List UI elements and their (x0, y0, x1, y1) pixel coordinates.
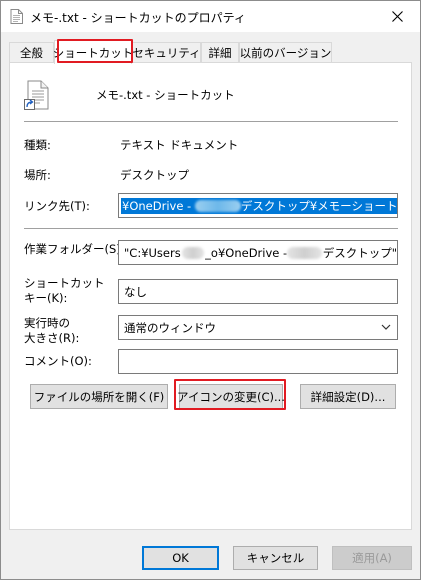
chevron-down-icon (381, 324, 391, 330)
start-in-input[interactable]: "C:¥Users _o¥OneDrive - デスクトップ" (118, 240, 398, 265)
tab-security[interactable]: セキュリティ (132, 42, 201, 62)
tab-details[interactable]: 詳細 (201, 42, 239, 62)
target-input[interactable]: ¥OneDrive - デスクトップ¥メモーショートカット.txt" (118, 193, 398, 218)
highlight-box-shortcut-tab (57, 39, 133, 63)
close-icon (392, 11, 403, 22)
tab-label: セキュリティ (132, 45, 201, 60)
tab-label: 以前のバージョン (239, 45, 332, 60)
button-label: ファイルの場所を開く(F) (33, 389, 165, 404)
window-title: メモ-.txt - ショートカットのプロパティ (30, 11, 246, 25)
hotkey-input[interactable]: なし (118, 279, 398, 304)
divider (24, 121, 398, 122)
tab-label: 詳細 (208, 45, 232, 60)
hotkey-label-line2: キー(K): (24, 291, 68, 305)
shortcut-panel: メモ-.txt - ショートカット 種類: テキスト ドキュメント 場所: デス… (9, 62, 412, 530)
location-label: 場所: (24, 168, 51, 182)
location-value: デスクトップ (120, 168, 189, 182)
button-label: 適用(A) (352, 551, 392, 565)
button-label: OK (172, 551, 189, 565)
divider (24, 228, 398, 229)
start-in-label: 作業フォルダー(S): (24, 242, 125, 256)
comment-label: コメント(O): (24, 354, 92, 368)
redacted-username (287, 246, 322, 259)
button-label: キャンセル (246, 551, 305, 565)
start-in-text-mid: _o¥OneDrive - (205, 245, 288, 260)
target-text-start: ¥OneDrive - (122, 198, 195, 213)
run-size-select[interactable]: 通常のウィンドウ (118, 315, 398, 340)
tab-previous-versions[interactable]: 以前のバージョン (239, 42, 332, 62)
close-button[interactable] (375, 1, 420, 32)
type-value: テキスト ドキュメント (120, 138, 239, 152)
ok-button[interactable]: OK (142, 546, 219, 570)
highlight-box-change-icon (174, 379, 286, 410)
hotkey-label-line1: ショートカット (24, 276, 105, 290)
properties-dialog: メモ-.txt - ショートカットのプロパティ 全般 ショートカット セキュリテ… (0, 0, 421, 580)
shortcut-name: メモ-.txt - ショートカット (96, 88, 235, 102)
type-label: 種類: (24, 138, 51, 152)
advanced-button[interactable]: 詳細設定(D)... (300, 384, 396, 409)
shortcut-file-icon (24, 80, 49, 110)
title-bar: メモ-.txt - ショートカットのプロパティ (1, 1, 420, 32)
tab-label: 全般 (20, 45, 43, 60)
run-label-line2: 大きさ(R): (24, 331, 80, 345)
apply-button[interactable]: 適用(A) (332, 546, 412, 570)
start-in-text-start: "C:¥Users (124, 245, 181, 260)
open-file-location-button[interactable]: ファイルの場所を開く(F) (30, 384, 168, 409)
run-size-value: 通常のウィンドウ (124, 320, 216, 335)
tab-general[interactable]: 全般 (9, 42, 54, 62)
redacted-username (194, 200, 241, 212)
redacted-username (181, 246, 205, 259)
hotkey-value: なし (124, 284, 147, 299)
text-file-icon (10, 9, 23, 24)
target-text-end: デスクトップ¥メモーショートカット.txt" (240, 198, 398, 213)
target-selected-text: ¥OneDrive - デスクトップ¥メモーショートカット.txt" (121, 197, 398, 214)
comment-input[interactable] (118, 349, 398, 374)
button-label: 詳細設定(D)... (310, 389, 386, 404)
target-label: リンク先(T): (24, 199, 90, 213)
run-label-line1: 実行時の (24, 316, 70, 330)
start-in-text-end: デスクトップ" (322, 245, 397, 260)
cancel-button[interactable]: キャンセル (233, 546, 318, 570)
